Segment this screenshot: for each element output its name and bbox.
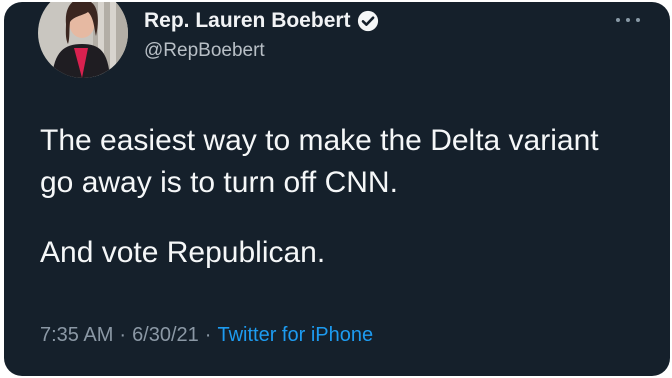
tweet-source-link[interactable]: Twitter for iPhone <box>217 324 373 346</box>
tweet-card: Rep. Lauren Boebert @RepBoebert The easi… <box>4 2 670 376</box>
tweet-paragraph: And vote Republican. <box>40 236 326 269</box>
tweet-date[interactable]: 6/30/21 <box>132 324 199 346</box>
tweet-time[interactable]: 7:35 AM <box>40 324 113 346</box>
author-handle[interactable]: @RepBoebert <box>144 40 265 62</box>
more-options-icon[interactable] <box>616 14 640 26</box>
author-name-row[interactable]: Rep. Lauren Boebert <box>144 9 379 33</box>
separator: · <box>119 324 127 346</box>
tweet-text: The easiest way to make the Delta varian… <box>40 120 640 274</box>
author-display-name: Rep. Lauren Boebert <box>144 9 351 32</box>
more-dot <box>636 18 640 22</box>
more-dot <box>626 18 630 22</box>
avatar-image <box>38 2 128 78</box>
tweet-paragraph: The easiest way to make the Delta varian… <box>40 124 599 199</box>
avatar[interactable] <box>38 2 128 78</box>
tweet-metadata: 7:35 AM · 6/30/21 · Twitter for iPhone <box>40 324 373 347</box>
more-dot <box>616 18 620 22</box>
verified-badge-icon <box>357 10 379 32</box>
separator: · <box>204 324 212 346</box>
